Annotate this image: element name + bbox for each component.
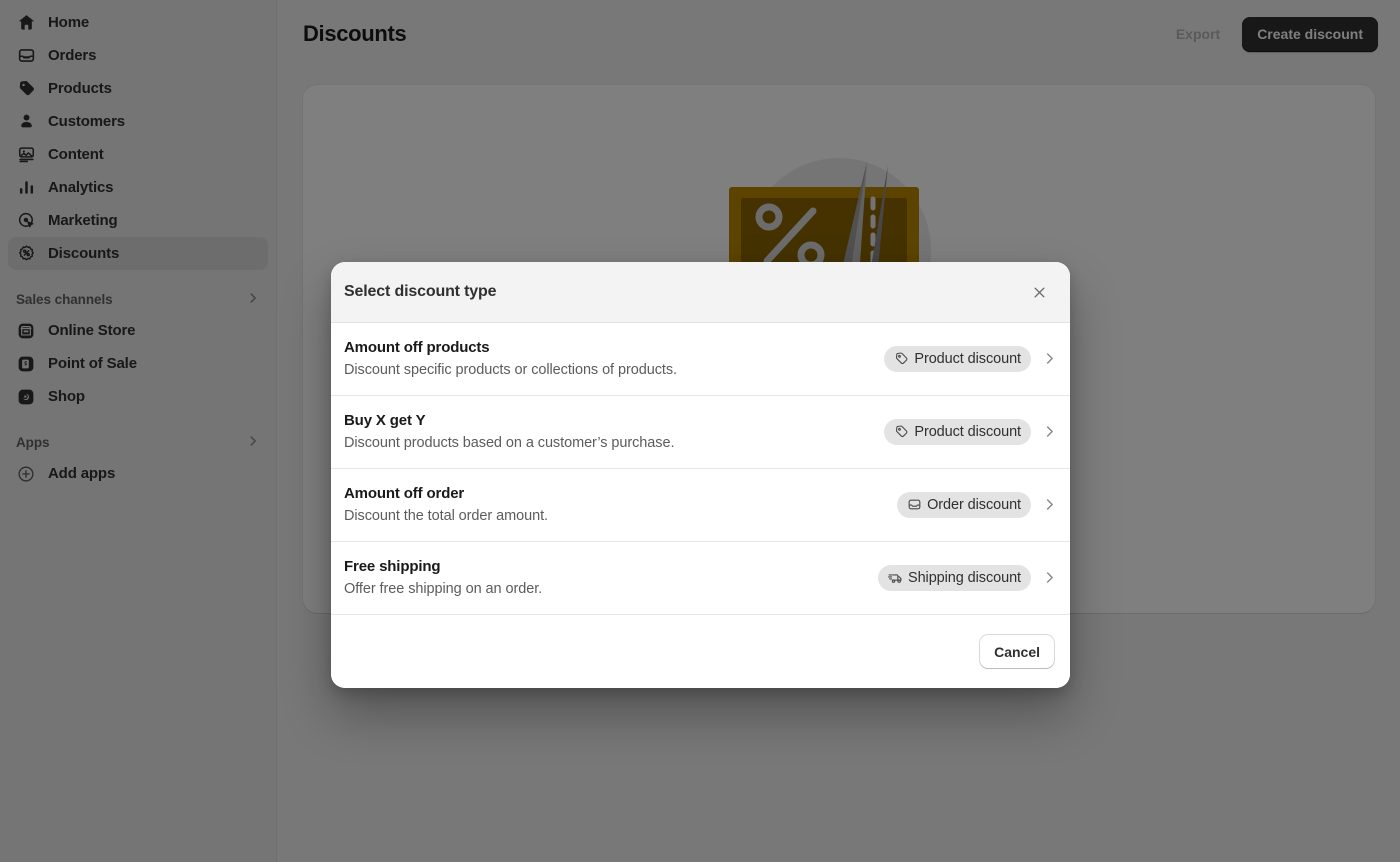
option-title: Amount off products — [344, 339, 490, 356]
option-title: Free shipping — [344, 558, 441, 575]
modal-footer: Cancel — [331, 615, 1070, 688]
close-icon[interactable] — [1024, 277, 1054, 307]
badge-label: Shipping discount — [908, 569, 1021, 586]
option-buy-x-get-y[interactable]: Buy X get Y Discount products based on a… — [331, 396, 1070, 469]
option-description: Discount specific products or collection… — [344, 362, 677, 378]
option-title: Buy X get Y — [344, 412, 426, 429]
option-description: Offer free shipping on an order. — [344, 581, 543, 597]
chevron-right-icon — [1042, 570, 1057, 585]
option-meta: Order discount — [897, 491, 1057, 518]
modal-header: Select discount type — [331, 262, 1070, 323]
chevron-right-icon — [1042, 497, 1057, 512]
price-tag-icon — [893, 424, 909, 440]
option-free-shipping[interactable]: Free shipping Offer free shipping on an … — [331, 542, 1070, 615]
option-meta: Shipping discount — [878, 564, 1057, 591]
chevron-right-icon — [1042, 424, 1057, 439]
discount-type-list: Amount off products Discount specific pr… — [331, 323, 1070, 615]
status-badge: Product discount — [884, 418, 1031, 445]
option-meta: Product discount — [884, 345, 1057, 372]
badge-label: Product discount — [914, 423, 1021, 440]
option-meta: Product discount — [884, 418, 1057, 445]
chevron-right-icon — [1042, 351, 1057, 366]
option-amount-off-order[interactable]: Amount off order Discount the total orde… — [331, 469, 1070, 542]
badge-label: Order discount — [927, 496, 1021, 513]
option-amount-off-products[interactable]: Amount off products Discount specific pr… — [331, 323, 1070, 396]
cancel-button[interactable]: Cancel — [980, 635, 1054, 668]
option-description: Discount products based on a customer’s … — [344, 435, 675, 451]
status-badge: Shipping discount — [878, 564, 1031, 591]
option-text: Buy X get Y Discount products based on a… — [344, 412, 674, 451]
delivery-truck-icon — [887, 570, 903, 586]
option-text: Amount off products Discount specific pr… — [344, 339, 677, 378]
option-title: Amount off order — [344, 485, 465, 502]
order-box-icon — [906, 497, 922, 513]
status-badge: Order discount — [897, 491, 1031, 518]
price-tag-icon — [893, 351, 909, 367]
status-badge: Product discount — [884, 345, 1031, 372]
option-description: Discount the total order amount. — [344, 508, 549, 524]
badge-label: Product discount — [914, 350, 1021, 367]
option-text: Free shipping Offer free shipping on an … — [344, 558, 542, 597]
modal-title: Select discount type — [344, 283, 497, 300]
option-text: Amount off order Discount the total orde… — [344, 485, 548, 524]
select-discount-type-modal: Select discount type Amount off products… — [331, 262, 1070, 688]
